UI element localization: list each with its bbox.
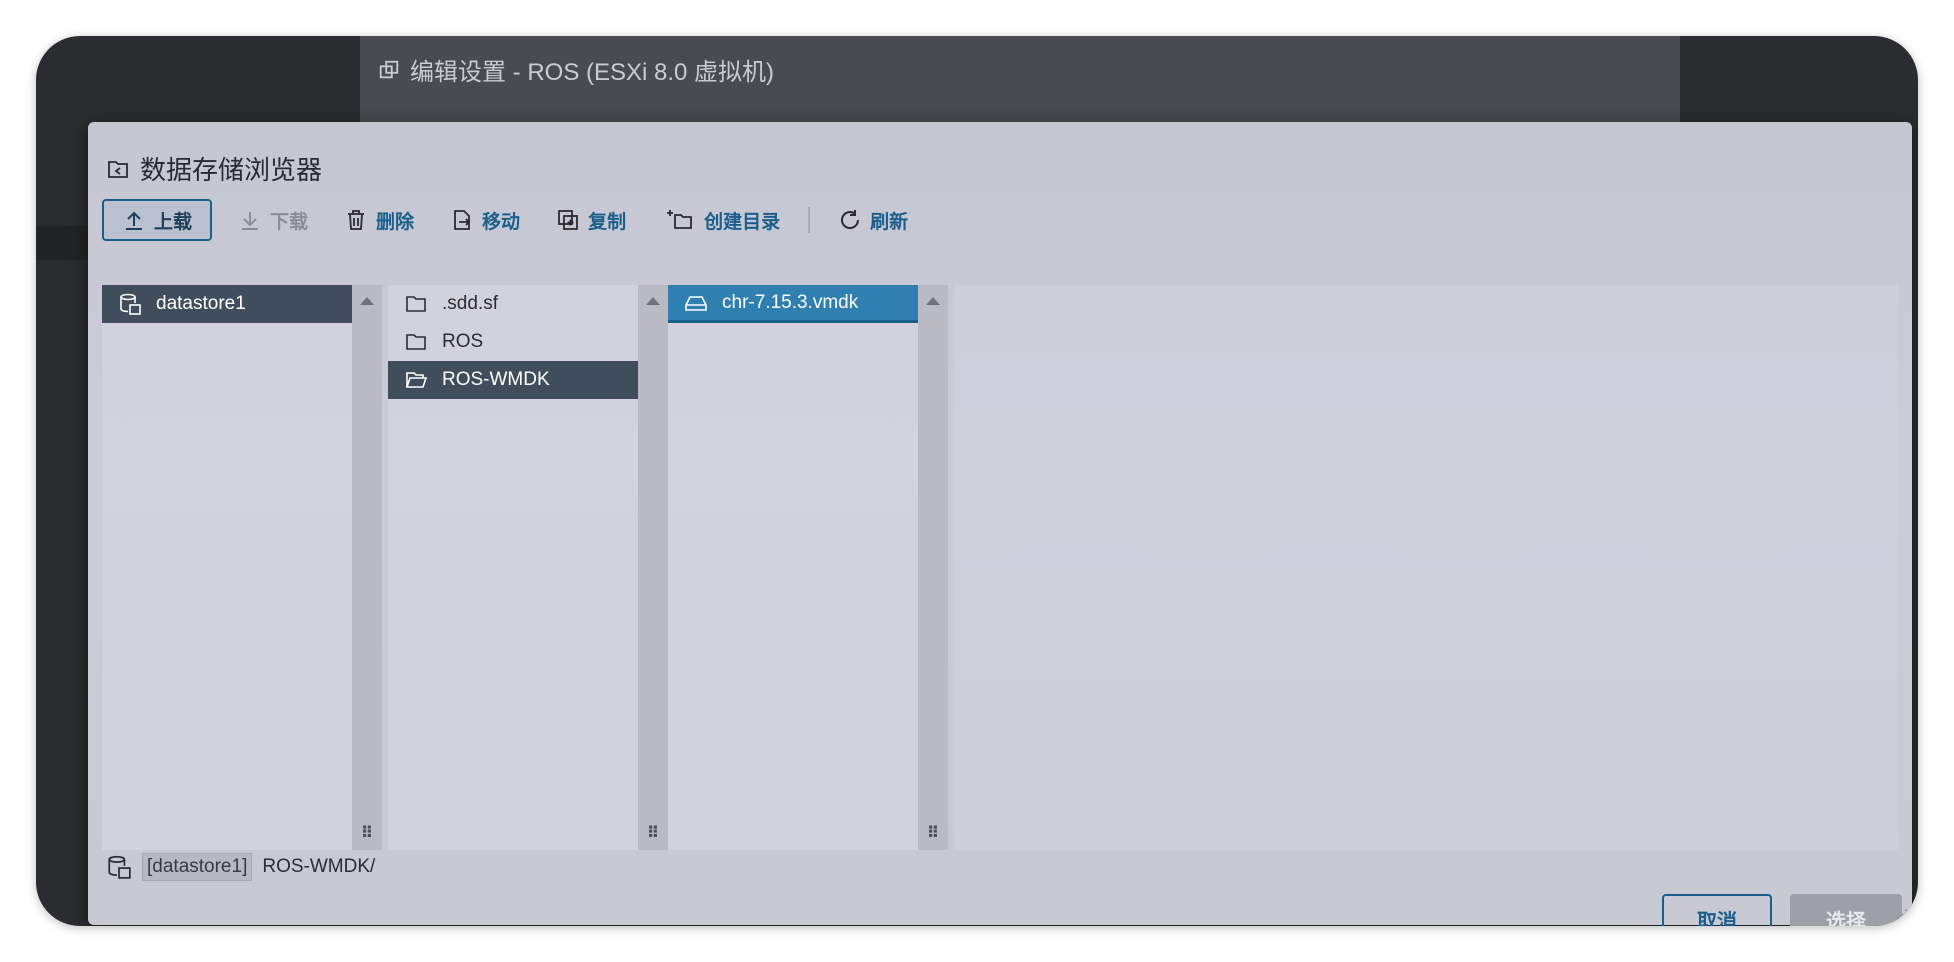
column-resize-grip-icon[interactable]: ⠿ xyxy=(646,826,660,842)
new-folder-icon xyxy=(667,210,692,229)
empty-column xyxy=(954,285,1898,850)
copy-button[interactable]: 复制 xyxy=(538,201,644,239)
move-icon xyxy=(454,210,471,230)
column-resize-grip-icon[interactable]: ⠿ xyxy=(926,826,940,842)
folder-item[interactable]: .sdd.sf xyxy=(388,285,638,323)
path-bar: [datastore1] ROS-WMDK/ xyxy=(106,850,375,884)
datastore-column-scrollbar[interactable]: ⠿ xyxy=(352,285,382,850)
toolbar-divider xyxy=(808,207,811,233)
select-button[interactable]: 选择 xyxy=(1790,894,1902,926)
refresh-label: 刷新 xyxy=(870,211,909,233)
folder-item-label: ROS-WMDK xyxy=(442,369,550,390)
upload-button[interactable]: 上载 xyxy=(102,199,213,241)
folder-column: .sdd.sf ROS ROS-WMDK ⠿ xyxy=(388,285,668,850)
column-resize-grip-icon[interactable]: ⠿ xyxy=(360,826,374,842)
refresh-button[interactable]: 刷新 xyxy=(820,201,926,239)
disk-icon xyxy=(685,295,707,311)
copy-icon xyxy=(558,210,578,230)
vm-settings-icon xyxy=(379,60,399,78)
delete-label: 删除 xyxy=(376,211,415,233)
datastore-browser-icon xyxy=(108,160,128,178)
dialog-title-text: 数据存储浏览器 xyxy=(140,155,323,185)
background-modal-title: 编辑设置 - ROS (ESXi 8.0 虚拟机) xyxy=(378,52,774,87)
cancel-button[interactable]: 取消 xyxy=(1662,894,1772,926)
path-datastore-chip: [datastore1] xyxy=(142,853,253,881)
delete-button[interactable]: 删除 xyxy=(326,201,432,239)
folder-icon xyxy=(406,296,426,312)
download-label: 下载 xyxy=(270,211,309,233)
upload-label: 上载 xyxy=(154,211,193,233)
folder-open-icon xyxy=(405,372,428,388)
dialog-title: 数据存储浏览器 xyxy=(106,150,322,187)
file-item-label: chr-7.15.3.vmdk xyxy=(722,291,859,313)
download-button[interactable]: 下载 xyxy=(220,201,326,239)
move-label: 移动 xyxy=(482,211,521,233)
file-column: chr-7.15.3.vmdk ⠿ xyxy=(668,285,948,850)
create-directory-button[interactable]: 创建目录 xyxy=(644,201,798,239)
folder-item-selected[interactable]: ROS-WMDK xyxy=(388,361,638,399)
datastore-item[interactable]: datastore1 xyxy=(102,285,352,323)
datastore-icon xyxy=(120,293,141,315)
file-item-selected[interactable]: chr-7.15.3.vmdk xyxy=(668,285,918,323)
folder-item-label: ROS xyxy=(442,331,484,352)
move-button[interactable]: 移动 xyxy=(432,201,538,239)
scroll-up-arrow-icon[interactable] xyxy=(926,297,940,305)
refresh-icon xyxy=(841,210,860,229)
file-browser: datastore1 ⠿ .sdd.sf ROS ROS-WMDK ⠿ chr-… xyxy=(102,285,1898,850)
scroll-up-arrow-icon[interactable] xyxy=(646,297,660,305)
datastore-icon xyxy=(108,855,131,879)
path-folder-text: ROS-WMDK/ xyxy=(262,856,376,877)
background-modal-title-text: 编辑设置 - ROS (ESXi 8.0 虚拟机) xyxy=(410,59,775,86)
app-window: 编辑设置 - ROS (ESXi 8.0 虚拟机) 数据存储浏览器 上载 下载 … xyxy=(36,36,1918,926)
file-column-scrollbar[interactable]: ⠿ xyxy=(918,285,948,850)
datastore-column: datastore1 ⠿ xyxy=(102,285,382,850)
folder-item[interactable]: ROS xyxy=(388,323,638,361)
folder-icon xyxy=(406,334,426,350)
datastore-browser-dialog: 数据存储浏览器 上载 下载 删除 移动 复制 创建目录 刷新 datastore… xyxy=(88,122,1912,926)
create-directory-label: 创建目录 xyxy=(704,211,781,233)
upload-icon xyxy=(126,211,142,230)
datastore-item-label: datastore1 xyxy=(156,293,246,314)
trash-icon xyxy=(348,210,365,230)
download-icon xyxy=(242,212,259,230)
scroll-up-arrow-icon[interactable] xyxy=(360,297,374,305)
folder-item-label: .sdd.sf xyxy=(442,293,498,314)
folder-column-scrollbar[interactable]: ⠿ xyxy=(638,285,668,850)
dialog-resize-handle-icon[interactable]: ⋰ xyxy=(1896,907,1908,921)
copy-label: 复制 xyxy=(588,211,627,233)
toolbar: 上载 下载 删除 移动 复制 创建目录 刷新 xyxy=(102,199,926,241)
